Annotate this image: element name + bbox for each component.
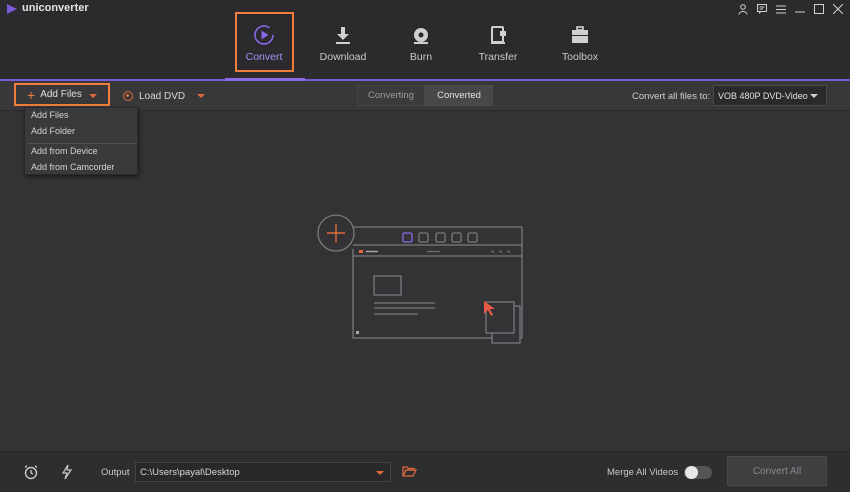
- gift-icon[interactable]: [756, 2, 768, 16]
- tab-converting[interactable]: Converting: [357, 85, 425, 106]
- bottom-bar: Output C:\Users\payal\Desktop Merge All …: [0, 451, 850, 492]
- title-bar: uniconverter: [0, 0, 850, 18]
- add-files-illustration[interactable]: [316, 213, 531, 345]
- app-title: uniconverter: [22, 2, 89, 14]
- user-icon[interactable]: [737, 2, 749, 16]
- menu-item-add-files[interactable]: Add Files: [31, 110, 69, 120]
- transfer-icon: [491, 26, 506, 44]
- load-dvd-button[interactable]: Load DVD: [123, 86, 206, 106]
- nav-burn-label: Burn: [409, 51, 433, 63]
- convert-all-files-label: Convert all files to:: [632, 91, 711, 102]
- chevron-down-icon[interactable]: [89, 94, 97, 98]
- minimize-icon[interactable]: [794, 2, 806, 16]
- close-icon[interactable]: [832, 2, 844, 16]
- app-logo-icon: [7, 4, 17, 14]
- lightning-icon[interactable]: [59, 464, 75, 480]
- alarm-clock-icon[interactable]: [23, 464, 39, 480]
- menu-item-add-from-camcorder[interactable]: Add from Camcorder: [31, 162, 115, 172]
- nav-burn[interactable]: Burn: [386, 18, 456, 76]
- add-files-dropdown-menu: Add Files Add Folder Add from Device Add…: [24, 107, 138, 175]
- output-format-select[interactable]: VOB 480P DVD-Video: [713, 85, 827, 106]
- output-path-value: C:\Users\payal\Desktop: [140, 467, 240, 478]
- add-files-label: Add Files: [40, 89, 82, 100]
- main-nav: Convert Download Burn Transfer Toolbox: [0, 18, 850, 79]
- dvd-icon: [123, 91, 133, 101]
- chevron-down-icon[interactable]: [197, 94, 206, 98]
- chevron-down-icon: [810, 94, 818, 98]
- nav-download[interactable]: Download: [308, 18, 378, 76]
- menu-separator: [27, 143, 137, 144]
- output-label: Output: [101, 467, 130, 478]
- menu-icon[interactable]: [775, 2, 787, 16]
- toolbox-icon: [572, 26, 588, 43]
- download-icon: [336, 27, 350, 44]
- load-dvd-label: Load DVD: [139, 90, 186, 102]
- merge-toggle[interactable]: [684, 466, 712, 479]
- menu-item-add-from-device[interactable]: Add from Device: [31, 146, 98, 156]
- tab-converted[interactable]: Converted: [425, 85, 493, 106]
- output-format-value: VOB 480P DVD-Video: [718, 90, 808, 101]
- chevron-down-icon[interactable]: [376, 471, 384, 475]
- folder-open-icon[interactable]: [402, 465, 417, 478]
- nav-transfer-label: Transfer: [478, 51, 518, 63]
- menu-item-add-folder[interactable]: Add Folder: [31, 126, 75, 136]
- plus-icon: +: [27, 86, 36, 103]
- burn-icon: [414, 28, 428, 44]
- maximize-icon[interactable]: [813, 2, 825, 16]
- nav-transfer[interactable]: Transfer: [463, 18, 533, 76]
- convert-all-button[interactable]: Convert All: [727, 456, 827, 486]
- window-controls: [737, 0, 844, 18]
- nav-download-label: Download: [319, 51, 367, 63]
- output-path-field[interactable]: C:\Users\payal\Desktop: [135, 462, 391, 482]
- add-files-button[interactable]: + Add Files: [14, 83, 110, 106]
- status-tabs: Converting Converted: [357, 85, 493, 106]
- toggle-knob: [685, 466, 698, 479]
- convert-highlight-box: [235, 12, 294, 72]
- nav-toolbox[interactable]: Toolbox: [545, 18, 615, 76]
- merge-all-videos-label: Merge All Videos: [607, 467, 679, 478]
- nav-toolbox-label: Toolbox: [561, 51, 599, 63]
